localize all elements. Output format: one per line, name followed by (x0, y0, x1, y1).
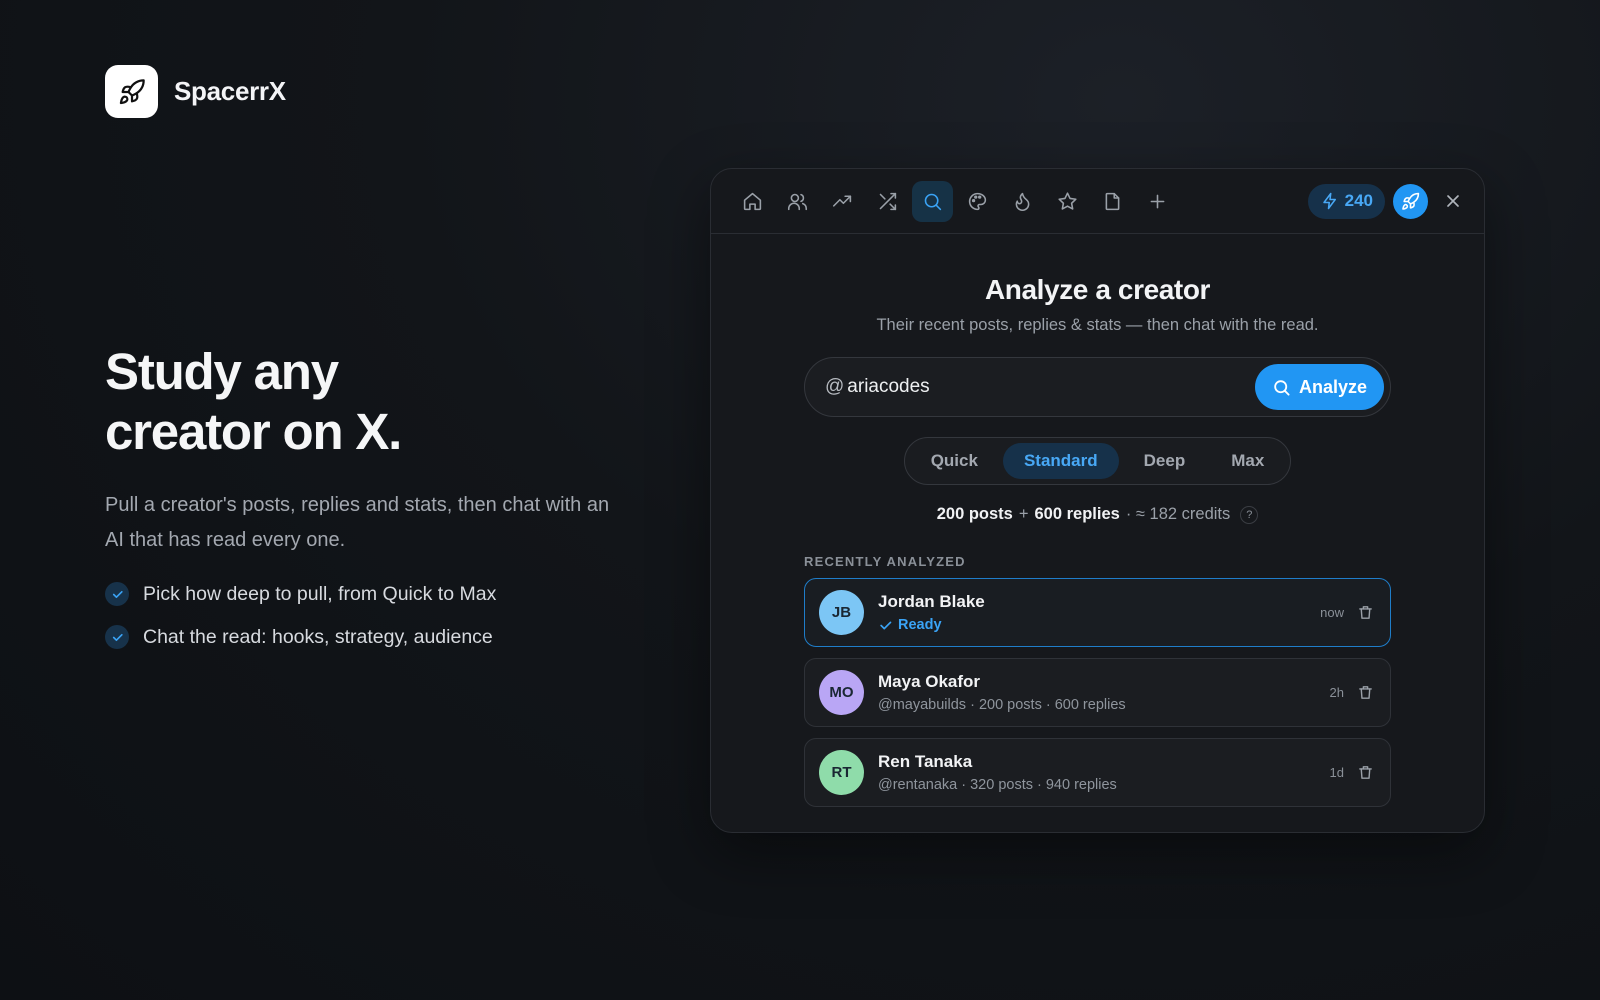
list-item[interactable]: JB Jordan Blake Ready now (804, 578, 1391, 647)
creator-name: Maya Okafor (878, 672, 981, 691)
depth-option-deep[interactable]: Deep (1123, 443, 1207, 479)
close-button[interactable] (1436, 184, 1470, 218)
trash-icon[interactable] (1354, 682, 1376, 704)
trash-icon[interactable] (1354, 762, 1376, 784)
rocket-button[interactable] (1393, 183, 1428, 219)
creator-search-bar: @ Analyze (804, 357, 1391, 417)
hero-title-line-2: creator on X. (105, 403, 402, 460)
creator-name: Jordan Blake (878, 592, 985, 611)
recent-list: JB Jordan Blake Ready now MO Maya Okafor (804, 578, 1391, 807)
hero-title-line-1: Study any (105, 343, 339, 400)
feature-item: Pick how deep to pull, from Quick to Max (105, 582, 625, 606)
search-icon (1274, 379, 1290, 396)
depth-selector-wrap: Quick Standard Deep Max (804, 437, 1391, 485)
analyze-button-label: Analyze (1298, 376, 1368, 397)
hero-title: Study any creator on X. (105, 342, 625, 462)
status-ready: Ready (878, 617, 1320, 633)
feature-item: Chat the read: hooks, strategy, audience (105, 625, 625, 649)
depth-option-standard[interactable]: Standard (1002, 443, 1119, 479)
brand-name: SpacerrX (174, 76, 286, 106)
credits-count: 240 (1344, 191, 1373, 210)
file-icon[interactable] (1092, 181, 1133, 222)
estimate-replies: 600 replies (1034, 505, 1120, 523)
list-item[interactable]: MO Maya Okafor @mayabuilds · 200 posts ·… (804, 658, 1391, 727)
check-icon (105, 582, 129, 606)
toolbar-right: 240 (1307, 183, 1470, 219)
feature-list: Pick how deep to pull, from Quick to Max… (105, 582, 625, 649)
feature-text: Pick how deep to pull, from Quick to Max (143, 582, 497, 605)
status-text: Ready (898, 617, 942, 633)
trending-icon[interactable] (822, 181, 863, 222)
brand: SpacerrX (105, 65, 286, 118)
list-item-info: Maya Okafor @mayabuilds · 200 posts · 60… (878, 672, 1330, 713)
trash-icon[interactable] (1354, 602, 1376, 624)
avatar: JB (819, 590, 864, 635)
recent-section-label: RECENTLY ANALYZED (804, 554, 966, 569)
depth-option-max[interactable]: Max (1210, 443, 1285, 479)
list-item[interactable]: RT Ren Tanaka @rentanaka · 320 posts · 9… (804, 738, 1391, 807)
analyze-button[interactable]: Analyze (1255, 364, 1384, 410)
analyzer-panel: 240 Analyze a creator Their recent posts… (710, 168, 1485, 833)
toolbar: 240 (711, 169, 1484, 234)
palette-icon[interactable] (957, 181, 998, 222)
check-icon (105, 625, 129, 649)
flame-icon[interactable] (1002, 181, 1043, 222)
avatar: MO (819, 670, 864, 715)
users-icon[interactable] (777, 181, 818, 222)
avatar: RT (819, 750, 864, 795)
panel-content: Analyze a creator Their recent posts, re… (711, 274, 1484, 807)
plus-icon[interactable] (1137, 181, 1178, 222)
home-icon[interactable] (732, 181, 773, 222)
credits-badge[interactable]: 240 (1307, 183, 1385, 219)
panel-subtitle: Their recent posts, replies & stats — th… (876, 316, 1319, 334)
list-item-info: Jordan Blake Ready (878, 592, 1320, 633)
help-icon[interactable]: ? (1240, 505, 1259, 524)
shuffle-icon[interactable] (867, 181, 908, 222)
hero-description: Pull a creator's posts, replies and stat… (105, 494, 610, 551)
timestamp: 2h (1329, 685, 1344, 700)
creator-name: Ren Tanaka (878, 752, 973, 771)
creator-handle-input[interactable] (847, 376, 1255, 398)
tool-icons (732, 180, 1178, 222)
rocket-icon (1402, 192, 1420, 210)
at-prefix: @ (825, 376, 845, 397)
estimate-posts: 200 posts (936, 505, 1013, 523)
depth-option-quick[interactable]: Quick (910, 443, 999, 479)
star-icon[interactable] (1047, 181, 1088, 222)
pull-estimate: 200 posts + 600 replies · ≈ 182 credits … (804, 505, 1391, 524)
rocket-icon (105, 65, 158, 118)
depth-selector: Quick Standard Deep Max (903, 437, 1292, 485)
check-icon (880, 621, 892, 629)
hero-section: Study any creator on X. Pull a creator's… (105, 342, 625, 649)
timestamp: 1d (1329, 765, 1344, 780)
list-item-info: Ren Tanaka @rentanaka · 320 posts · 940 … (878, 752, 1330, 793)
estimate-plus: + (1018, 505, 1029, 523)
feature-text: Chat the read: hooks, strategy, audience (143, 625, 493, 648)
timestamp: now (1320, 605, 1344, 620)
panel-title: Analyze a creator (984, 274, 1211, 305)
bolt-icon (1322, 192, 1336, 210)
creator-meta: @rentanaka · 320 posts · 940 replies (878, 777, 1117, 793)
creator-meta: @mayabuilds · 200 posts · 600 replies (878, 697, 1126, 713)
estimate-credits: · ≈ 182 credits (1125, 505, 1231, 523)
close-icon (1447, 195, 1459, 207)
search-icon[interactable] (912, 180, 953, 222)
